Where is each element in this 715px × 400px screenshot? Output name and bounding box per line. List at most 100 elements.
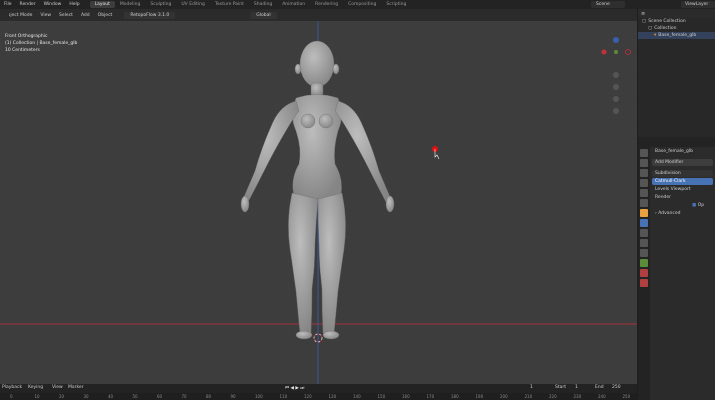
x-axis-gizmo-icon	[625, 49, 631, 55]
scene-selector[interactable]: Scene	[591, 1, 625, 8]
constraints-tab-icon[interactable]	[640, 249, 648, 257]
tool-tab-icon[interactable]	[640, 149, 648, 157]
transform-orientation-dropdown[interactable]: Global	[250, 11, 277, 19]
menu-object[interactable]: Object	[94, 13, 117, 18]
tab-animation[interactable]: Animation	[277, 1, 310, 8]
particles-tab-icon[interactable]	[640, 229, 648, 237]
camera-view-icon	[613, 96, 619, 102]
timeline-tick-label: 230	[573, 394, 582, 399]
viewport-grid	[0, 21, 637, 384]
menu-view[interactable]: View	[52, 385, 63, 390]
mesh-object-icon: ▾	[654, 33, 657, 38]
tab-layout[interactable]: Layout	[89, 1, 115, 8]
render-tab-icon[interactable]	[640, 159, 648, 167]
playback-controls[interactable]: ⏮ ◀ ▶ ⏭	[285, 385, 304, 391]
neg-x-axis-gizmo-icon	[601, 49, 607, 55]
outliner-collection[interactable]: ▢ Collection	[638, 25, 715, 32]
physics-tab-icon[interactable]	[640, 239, 648, 247]
timeline-tick-label: 160	[402, 394, 410, 399]
timeline-tick-label: 70	[181, 394, 187, 399]
object-tab-icon[interactable]	[640, 209, 648, 217]
tab-shading[interactable]: Shading	[249, 1, 277, 8]
outliner-header: ≡	[638, 9, 715, 18]
modifier-properties: Base_female_glb Add Modifier Subdivision…	[650, 147, 715, 400]
add-modifier-button[interactable]: Add Modifier	[652, 159, 713, 166]
timeline-tick-label: 40	[108, 394, 114, 399]
tab-rendering[interactable]: Rendering	[310, 1, 343, 8]
timeline-tick-label: 130	[328, 394, 337, 399]
modifier-tab-icon[interactable]	[640, 219, 648, 227]
timeline-tick-label: 200	[500, 394, 508, 399]
properties-panel: Base_female_glb Add Modifier Subdivision…	[638, 137, 715, 400]
timeline-tick-label: 180	[451, 394, 459, 399]
timeline-tick-label: 110	[279, 394, 288, 399]
outliner-object-row[interactable]: ▾ Base_female_glb	[638, 32, 715, 39]
timeline-ruler[interactable]: 0 10 20 30 40 50 60 70 80 90 100 110 120 130 140 150 160…	[0, 393, 637, 400]
tab-uv-editing[interactable]: UV Editing	[176, 1, 209, 8]
timeline-tick-label: 240	[598, 394, 606, 399]
object-name-field[interactable]: Base_female_glb	[652, 148, 713, 155]
properties-header	[638, 137, 715, 147]
world-tab-icon[interactable]	[640, 199, 648, 207]
optimal-label: Op	[697, 203, 705, 208]
menu-playback[interactable]: Playback	[2, 385, 22, 390]
start-frame-field[interactable]: 1	[575, 385, 578, 390]
output-tab-icon[interactable]	[640, 169, 648, 177]
timeline-tick-label: 20	[59, 394, 65, 399]
z-axis-gizmo-icon	[613, 37, 619, 43]
menu-view[interactable]: View	[36, 13, 55, 18]
tab-modeling[interactable]: Modeling	[115, 1, 145, 8]
3d-viewport[interactable]: Object Mode View Select Add Object Retop…	[0, 9, 637, 384]
timeline-tick-label: 190	[475, 394, 484, 399]
collection-icon: ▢	[648, 26, 653, 31]
workspace-tabs: Layout Modeling Sculpting UV Editing Tex…	[89, 1, 412, 8]
tab-texture-paint[interactable]: Texture Paint	[210, 1, 249, 8]
timeline-tick-label: 140	[353, 394, 361, 399]
tab-sculpting[interactable]: Sculpting	[145, 1, 176, 8]
menu-render[interactable]: Render	[16, 2, 40, 7]
menu-marker[interactable]: Marker	[68, 385, 84, 390]
outliner-filter-icon[interactable]: ≡	[641, 11, 645, 17]
view-layer-selector[interactable]: ViewLayer	[681, 1, 715, 8]
checkbox-icon: ■	[692, 203, 697, 208]
data-tab-icon[interactable]	[640, 259, 648, 267]
top-menubar: File Render Window Help Layout Modeling …	[0, 0, 715, 9]
timeline-tick-label: 210	[524, 394, 533, 399]
scene-collection-label: Scene Collection	[648, 19, 686, 24]
timeline-panel: Playback Keying View Marker ⏮ ◀ ▶ ⏭ 1 St…	[0, 384, 637, 400]
outliner-scene-collection[interactable]: ▢ Scene Collection	[638, 18, 715, 25]
menu-help[interactable]: Help	[65, 2, 83, 7]
timeline-tick-label: 220	[549, 394, 557, 399]
menu-window[interactable]: Window	[40, 2, 66, 7]
optimal-display-checkbox[interactable]: ■ Op	[652, 202, 713, 209]
texture-tab-icon[interactable]	[640, 279, 648, 287]
timeline-tick-label: 250	[622, 394, 631, 399]
menu-keying[interactable]: Keying	[28, 385, 43, 390]
scene-tab-icon[interactable]	[640, 189, 648, 197]
advanced-section[interactable]: › Advanced	[652, 210, 713, 217]
menu-add[interactable]: Add	[77, 13, 94, 18]
tab-compositing[interactable]: Compositing	[343, 1, 381, 8]
end-label: End	[595, 385, 604, 390]
collection-label: Collection	[654, 26, 677, 31]
advanced-label: Advanced	[658, 211, 681, 216]
end-frame-field[interactable]: 250	[612, 385, 621, 390]
tab-scripting[interactable]: Scripting	[381, 1, 411, 8]
object-label: Base_female_glb	[658, 33, 697, 38]
timeline-tick-label: 30	[83, 394, 89, 399]
timeline-tick-label: 90	[230, 394, 236, 399]
render-levels-label: Render	[655, 195, 672, 200]
material-tab-icon[interactable]	[640, 269, 648, 277]
subdivision-modifier-header[interactable]: Subdivision	[652, 170, 713, 177]
view-layer-tab-icon[interactable]	[640, 179, 648, 187]
perspective-toggle-icon	[613, 108, 619, 114]
timeline-tick-label: 0	[10, 394, 13, 399]
retopoflow-button[interactable]: RetopoFlow 3.1.0	[124, 11, 176, 19]
menu-file[interactable]: File	[0, 2, 16, 7]
menu-select[interactable]: Select	[55, 13, 77, 18]
navigation-gizmo[interactable]	[595, 35, 635, 125]
catmull-clark-button[interactable]: Catmull-Clark	[652, 178, 713, 185]
current-frame-field[interactable]: 1	[530, 385, 533, 390]
timeline-tick-label: 60	[157, 394, 163, 399]
zoom-icon	[613, 72, 619, 78]
